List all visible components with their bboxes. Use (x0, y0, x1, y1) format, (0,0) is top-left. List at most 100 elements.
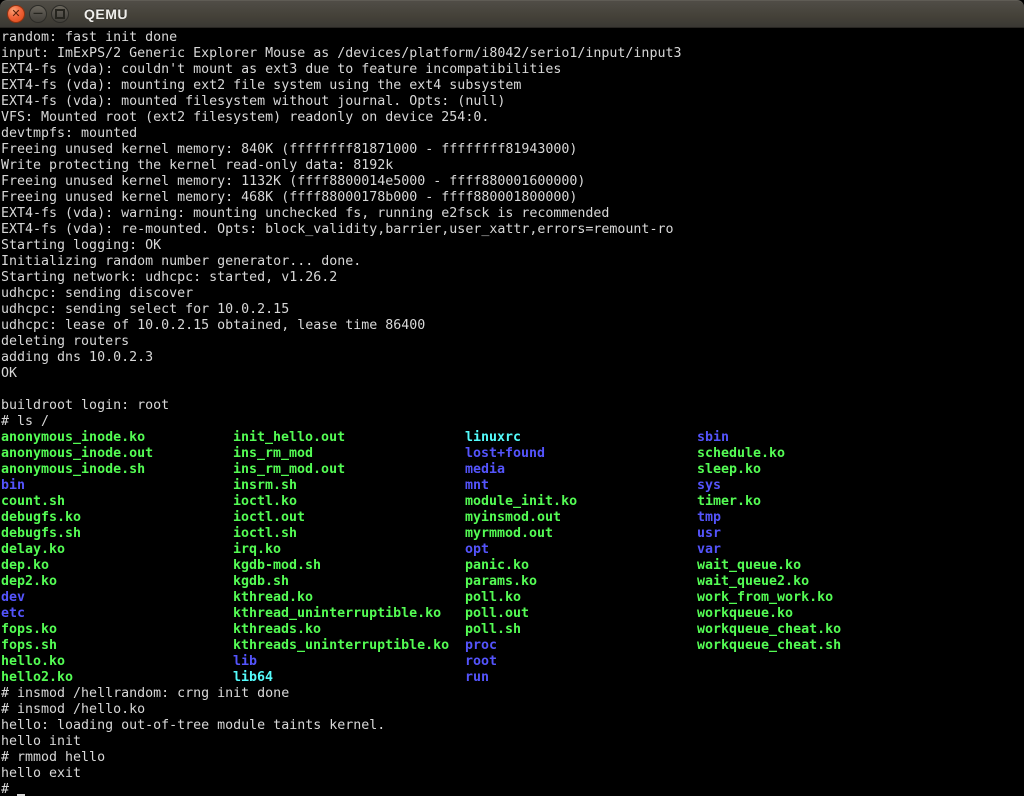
file-entry: var (697, 542, 721, 558)
terminal-line: anonymous_inode.outins_rm_modlost+founds… (1, 446, 1024, 462)
terminal-text: input: ImExPS/2 Generic Explorer Mouse a… (1, 46, 681, 61)
file-entry: kgdb.sh (233, 574, 465, 590)
maximize-button[interactable] (51, 5, 69, 23)
file-entry: run (465, 670, 697, 686)
terminal-line: devtmpfs: mounted (1, 126, 1024, 142)
terminal-text: Initializing random number generator... … (1, 254, 361, 269)
file-entry: dep2.ko (1, 574, 233, 590)
terminal-text: udhcpc: sending select for 10.0.2.15 (1, 302, 289, 317)
file-entry: insrm.sh (233, 478, 465, 494)
terminal-text: hello exit (1, 766, 81, 781)
terminal-text: VFS: Mounted root (ext2 filesystem) read… (1, 110, 489, 125)
file-entry: kthreads_uninterruptible.ko (233, 638, 465, 654)
file-entry: poll.ko (465, 590, 697, 606)
close-button[interactable]: ✕ (7, 5, 25, 23)
file-entry: anonymous_inode.ko (1, 430, 233, 446)
terminal-text: random: fast init done (1, 30, 177, 45)
file-entry: delay.ko (1, 542, 233, 558)
terminal-line: EXT4-fs (vda): re-mounted. Opts: block_v… (1, 222, 1024, 238)
terminal-line: debugfs.shioctl.shmyrmmod.outusr (1, 526, 1024, 542)
file-entry: count.sh (1, 494, 233, 510)
file-entry: opt (465, 542, 697, 558)
terminal-text: # rmmod hello (1, 750, 105, 765)
terminal-line: udhcpc: sending select for 10.0.2.15 (1, 302, 1024, 318)
terminal-text: Write protecting the kernel read-only da… (1, 158, 393, 173)
file-entry: sleep.ko (697, 462, 761, 478)
terminal-text: deleting routers (1, 334, 129, 349)
terminal-text: EXT4-fs (vda): mounted filesystem withou… (1, 94, 505, 109)
terminal-line: dep2.kokgdb.shparams.kowait_queue2.ko (1, 574, 1024, 590)
file-entry: params.ko (465, 574, 697, 590)
terminal-line: Freeing unused kernel memory: 1132K (fff… (1, 174, 1024, 190)
terminal-screen[interactable]: random: fast init doneinput: ImExPS/2 Ge… (0, 28, 1024, 796)
terminal-line: devkthread.kopoll.kowork_from_work.ko (1, 590, 1024, 606)
terminal-line: Freeing unused kernel memory: 840K (ffff… (1, 142, 1024, 158)
terminal-line: hello init (1, 734, 1024, 750)
terminal-line: OK (1, 366, 1024, 382)
file-entry: init_hello.out (233, 430, 465, 446)
file-entry: lib (233, 654, 465, 670)
terminal-line: EXT4-fs (vda): warning: mounting uncheck… (1, 206, 1024, 222)
file-entry: root (465, 654, 697, 670)
file-entry: module_init.ko (465, 494, 697, 510)
terminal-text: devtmpfs: mounted (1, 126, 137, 141)
terminal-line: udhcpc: sending discover (1, 286, 1024, 302)
file-entry: work_from_work.ko (697, 590, 833, 606)
terminal-line: # rmmod hello (1, 750, 1024, 766)
file-entry: fops.ko (1, 622, 233, 638)
file-entry: myinsmod.out (465, 510, 697, 526)
terminal-text: buildroot login: root (1, 398, 169, 413)
file-entry: ins_rm_mod.out (233, 462, 465, 478)
file-entry: dep.ko (1, 558, 233, 574)
file-entry: kgdb-mod.sh (233, 558, 465, 574)
file-entry: dev (1, 590, 233, 606)
terminal-line: hello.kolibroot (1, 654, 1024, 670)
terminal-text: Freeing unused kernel memory: 468K (ffff… (1, 190, 577, 205)
terminal-text: EXT4-fs (vda): warning: mounting uncheck… (1, 206, 609, 221)
file-entry: workqueue.ko (697, 606, 793, 622)
terminal-text: # insmod /hellrandom: crng init done (1, 686, 289, 701)
terminal-text: udhcpc: sending discover (1, 286, 193, 301)
file-entry: timer.ko (697, 494, 761, 510)
file-entry: poll.out (465, 606, 697, 622)
file-entry: hello.ko (1, 654, 233, 670)
minimize-button[interactable]: — (29, 5, 47, 23)
titlebar[interactable]: ✕ — QEMU (0, 0, 1024, 28)
file-entry: myrmmod.out (465, 526, 697, 542)
terminal-line: buildroot login: root (1, 398, 1024, 414)
terminal-line: udhcpc: lease of 10.0.2.15 obtained, lea… (1, 318, 1024, 334)
terminal-text: # insmod /hello.ko (1, 702, 145, 717)
file-entry: poll.sh (465, 622, 697, 638)
file-entry: tmp (697, 510, 721, 526)
terminal-text: hello init (1, 734, 81, 749)
terminal-line: # insmod /hellrandom: crng init done (1, 686, 1024, 702)
file-entry: irq.ko (233, 542, 465, 558)
terminal-line (1, 382, 1024, 398)
qemu-window: ✕ — QEMU random: fast init doneinput: Im… (0, 0, 1024, 796)
file-entry: ioctl.sh (233, 526, 465, 542)
file-entry: anonymous_inode.sh (1, 462, 233, 478)
terminal-line: dep.kokgdb-mod.shpanic.kowait_queue.ko (1, 558, 1024, 574)
terminal-line: adding dns 10.0.2.3 (1, 350, 1024, 366)
terminal-line: EXT4-fs (vda): mounting ext2 file system… (1, 78, 1024, 94)
terminal-text: udhcpc: lease of 10.0.2.15 obtained, lea… (1, 318, 425, 333)
terminal-line: hello2.kolib64run (1, 670, 1024, 686)
file-entry: sys (697, 478, 721, 494)
qemu-window-screenshot: { "window": { "title": "QEMU", "controls… (0, 0, 1024, 796)
file-entry: schedule.ko (697, 446, 785, 462)
file-entry: hello2.ko (1, 670, 233, 686)
file-entry: workqueue_cheat.ko (697, 622, 841, 638)
terminal-line: random: fast init done (1, 30, 1024, 46)
file-entry: wait_queue2.ko (697, 574, 809, 590)
terminal-line: debugfs.koioctl.outmyinsmod.outtmp (1, 510, 1024, 526)
file-entry: debugfs.sh (1, 526, 233, 542)
terminal-text: EXT4-fs (vda): mounting ext2 file system… (1, 78, 521, 93)
terminal-line: EXT4-fs (vda): mounted filesystem withou… (1, 94, 1024, 110)
file-entry: anonymous_inode.out (1, 446, 233, 462)
file-entry: kthread_uninterruptible.ko (233, 606, 465, 622)
window-controls: ✕ — (7, 5, 69, 23)
file-entry: linuxrc (465, 430, 697, 446)
window-title: QEMU (84, 7, 128, 21)
minimize-icon: — (33, 9, 43, 19)
terminal-line: Starting logging: OK (1, 238, 1024, 254)
